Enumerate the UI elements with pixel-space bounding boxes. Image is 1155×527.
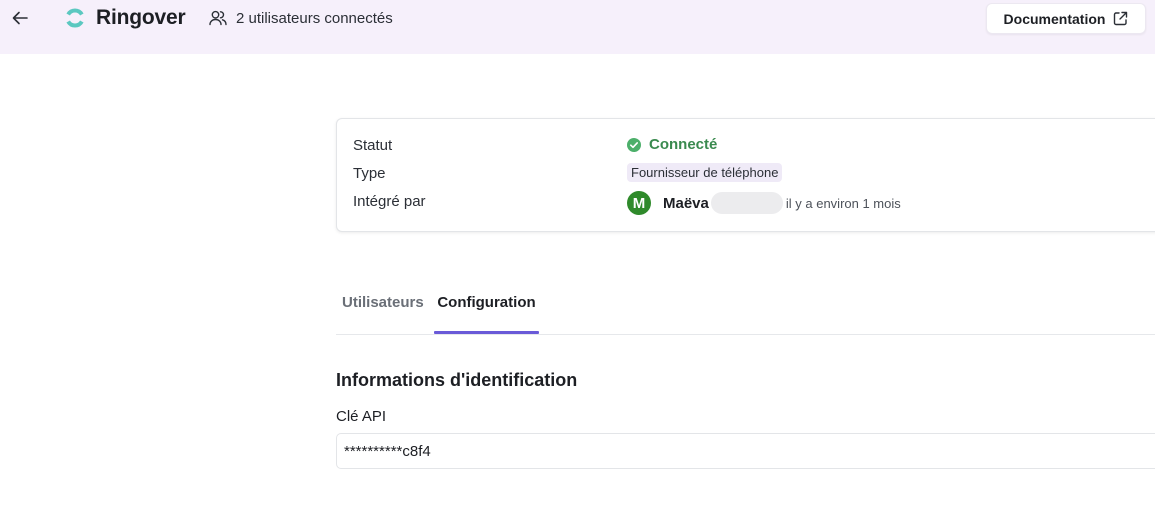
avatar: M: [627, 191, 651, 215]
integrated-by-label: Intégré par: [353, 193, 426, 210]
tab-bar: Utilisateurs Configuration: [336, 284, 1155, 335]
tab-configuration[interactable]: Configuration: [434, 284, 539, 334]
external-link-icon: [1114, 11, 1128, 26]
status-label: Statut: [353, 137, 393, 154]
documentation-button[interactable]: Documentation: [986, 3, 1146, 34]
integration-info-card: Statut Connecté Type Fournisseur de télé…: [336, 118, 1155, 232]
users-icon: [209, 10, 227, 26]
status-text: Connecté: [649, 136, 718, 153]
check-circle-icon: [627, 137, 641, 152]
type-label: Type: [353, 165, 386, 182]
api-key-input[interactable]: [336, 433, 1155, 469]
ringover-logo-icon: [66, 8, 84, 28]
section-title: Informations d'identification: [336, 370, 578, 390]
api-key-label: Clé API: [336, 408, 387, 425]
brand: Ringover: [64, 5, 186, 31]
app-title: Ringover: [96, 6, 186, 29]
integrated-by-value: M Maëva il y a environ 1 mois: [627, 191, 901, 215]
active-tab-indicator: [434, 331, 539, 334]
redacted-name: [710, 192, 783, 214]
status-value: Connecté: [627, 136, 717, 153]
type-badge: Fournisseur de téléphone: [627, 163, 783, 182]
integrator-name: Maëva: [663, 194, 709, 212]
arrow-left-icon: [12, 11, 28, 25]
back-button[interactable]: [8, 6, 32, 30]
integrated-time: il y a environ 1 mois: [785, 195, 901, 211]
documentation-label: Documentation: [1003, 10, 1106, 27]
tab-users[interactable]: Utilisateurs: [342, 284, 424, 334]
type-value: Fournisseur de téléphone: [627, 163, 783, 182]
top-bar: Ringover 2 utilisateurs connectés Docume…: [0, 0, 1155, 54]
connected-users-text: 2 utilisateurs connectés: [236, 9, 393, 27]
connected-users: 2 utilisateurs connectés: [209, 8, 393, 28]
